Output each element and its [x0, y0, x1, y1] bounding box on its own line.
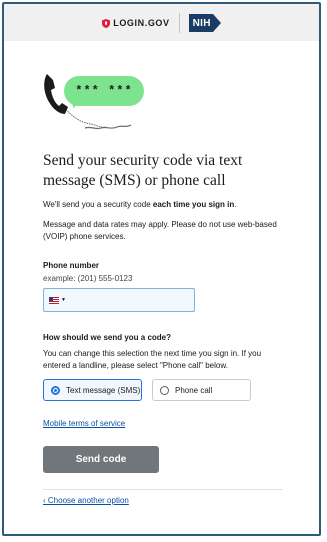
login-gov-wordmark: LOGIN.GOV — [113, 18, 170, 28]
header-bar: LOGIN.GOV NIH — [4, 4, 319, 41]
login-gov-logo: LOGIN.GOV — [102, 18, 169, 28]
choose-another-option-link[interactable]: ‹ Choose another option — [43, 496, 129, 505]
country-select[interactable]: ▼ — [49, 296, 66, 304]
option-phone-call[interactable]: Phone call — [152, 379, 251, 401]
option-text-message[interactable]: Text message (SMS) — [43, 379, 142, 401]
sms-illustration: *** *** — [41, 70, 151, 132]
mobile-terms-link[interactable]: Mobile terms of service — [43, 419, 125, 428]
option-text-message-label: Text message (SMS) — [66, 385, 141, 395]
delivery-question: How should we send you a code? — [43, 333, 172, 342]
phone-number-label: Phone number — [43, 261, 100, 270]
phone-number-field[interactable]: ▼ — [43, 288, 195, 312]
shield-icon — [102, 18, 111, 28]
logo-divider — [178, 13, 180, 33]
delivery-help: You can change this selection the next t… — [43, 349, 262, 370]
intro-text: We'll send you a security code each time… — [43, 199, 288, 211]
chevron-down-icon: ▼ — [61, 297, 66, 303]
nih-logo: NIH — [188, 14, 221, 32]
phone-number-hint: example: (201) 555-0123 — [43, 274, 133, 283]
radio-selected-icon — [51, 385, 60, 395]
rates-notice: Message and data rates may apply. Please… — [43, 220, 277, 241]
intro-prefix: We'll send you a security code — [43, 200, 153, 209]
page-title: Send your security code via text message… — [43, 152, 243, 189]
us-flag-icon — [49, 296, 59, 304]
intro-bold: each time you sign in — [152, 200, 235, 209]
send-code-button[interactable]: Send code — [43, 446, 159, 473]
nih-arrow-icon — [212, 14, 221, 32]
option-phone-call-label: Phone call — [175, 385, 213, 395]
masked-code: *** *** — [75, 84, 133, 98]
divider — [43, 489, 283, 490]
intro-suffix: . — [234, 200, 237, 209]
nih-wordmark: NIH — [188, 14, 213, 32]
radio-unselected-icon — [160, 385, 169, 395]
header-logos: LOGIN.GOV NIH — [4, 12, 319, 34]
